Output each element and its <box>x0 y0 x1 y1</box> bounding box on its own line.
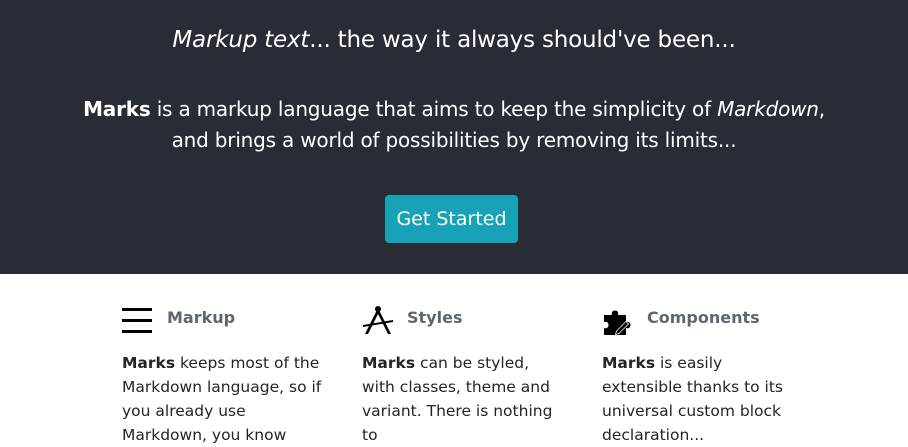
feature-brand: Marks <box>122 354 176 372</box>
feature-title: Components <box>647 308 760 327</box>
feature-styles: Styles Marks can be styled, with classes… <box>362 300 562 444</box>
feature-brand: Marks <box>602 354 656 372</box>
intro-text: Marks is a markup language that aims to … <box>0 94 908 156</box>
feature-description: Marks is easily extensible thanks to its… <box>602 351 802 447</box>
get-started-button[interactable]: Get Started <box>385 195 518 243</box>
tagline-emphasis: Markup text <box>172 27 310 53</box>
feature-header: Markup <box>122 300 322 340</box>
drafting-compass-icon <box>363 306 393 334</box>
feature-markup: Markup Marks keeps most of the Markdown … <box>122 300 322 444</box>
feature-title: Styles <box>407 308 463 327</box>
feature-title: Markup <box>167 308 236 327</box>
feature-brand: Marks <box>362 354 416 372</box>
tagline: Markup text... the way it always should'… <box>0 24 908 56</box>
feature-header: Styles <box>362 300 562 340</box>
intro-part2: , <box>818 97 825 121</box>
intro-part1: is a markup language that aims to keep t… <box>150 97 718 121</box>
tagline-text: ... the way it always should've been... <box>309 27 736 53</box>
feature-description: Marks can be styled, with classes, theme… <box>362 351 562 447</box>
intro-brand: Marks <box>83 97 151 121</box>
intro-markdown: Markdown <box>717 97 819 121</box>
hamburger-menu-icon <box>122 308 152 333</box>
hero-banner: Markup text... the way it always should'… <box>0 0 908 274</box>
intro-line-2: and brings a world of possibilities by r… <box>171 128 737 152</box>
intro-line-1: Marks is a markup language that aims to … <box>0 94 908 125</box>
feature-description: Marks keeps most of the Markdown languag… <box>122 351 322 447</box>
feature-header: Components <box>602 300 802 340</box>
feature-components: Components Marks is easily extensible th… <box>602 300 802 444</box>
puzzle-piece-icon <box>604 310 631 335</box>
